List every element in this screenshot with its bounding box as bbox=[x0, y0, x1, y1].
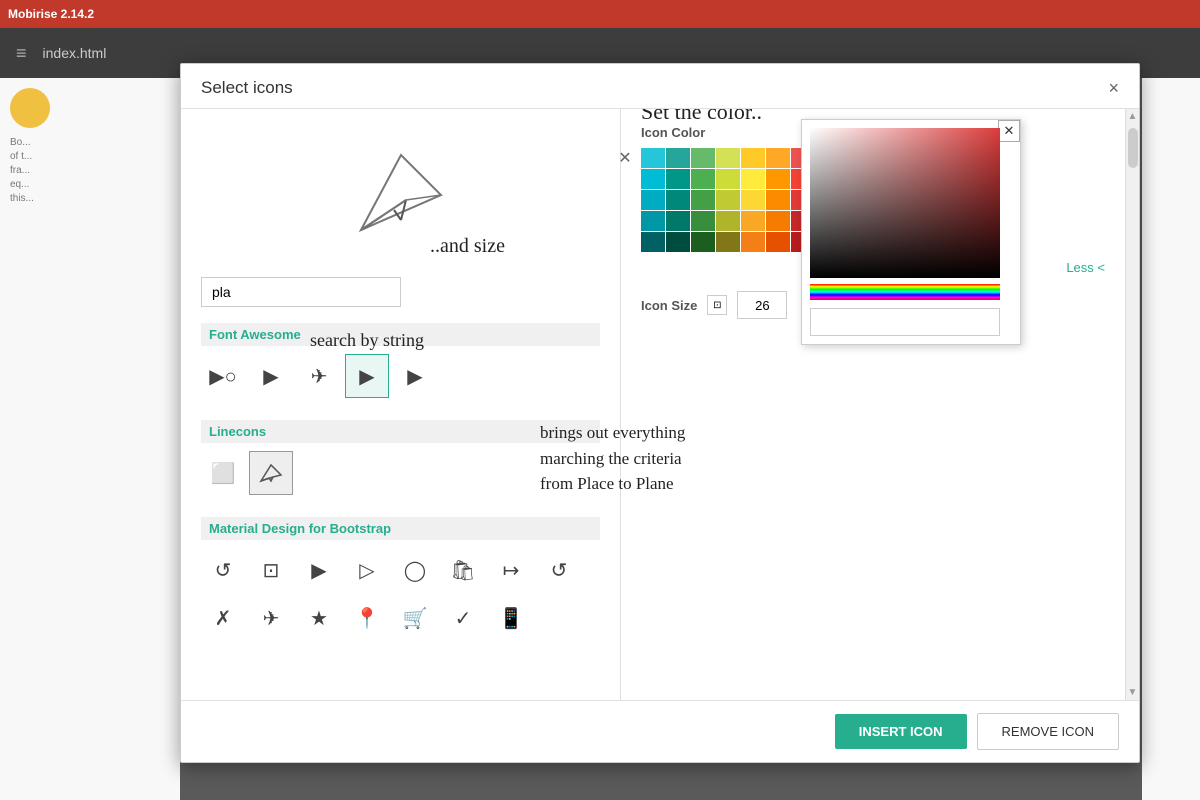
color-swatch[interactable] bbox=[666, 148, 690, 168]
color-swatch[interactable] bbox=[666, 190, 690, 210]
color-swatch[interactable] bbox=[716, 232, 740, 252]
dialog-body: Font Awesome ▶○ ▶ ✈ ▶ ▶ Linecons ⬜ bbox=[181, 109, 1139, 700]
icon-cell[interactable]: ↺ bbox=[537, 548, 581, 592]
font-awesome-label: Font Awesome bbox=[201, 323, 600, 346]
icon-cell[interactable]: ▶○ bbox=[201, 354, 245, 398]
color-swatch[interactable] bbox=[641, 148, 665, 168]
icon-cell[interactable]: ✈ bbox=[297, 354, 341, 398]
paper-plane-preview-icon bbox=[351, 145, 451, 245]
icon-cell[interactable]: ↦ bbox=[489, 548, 533, 592]
icon-cell[interactable]: ▶ bbox=[297, 548, 341, 592]
dialog-header: Select icons × bbox=[181, 64, 1139, 109]
icons-list-panel: Font Awesome ▶○ ▶ ✈ ▶ ▶ Linecons ⬜ bbox=[181, 109, 621, 700]
linecons-group: Linecons ⬜ bbox=[201, 416, 600, 501]
color-swatch[interactable] bbox=[666, 169, 690, 189]
linecons-label: Linecons bbox=[201, 420, 600, 443]
color-swatch[interactable] bbox=[766, 169, 790, 189]
dialog-close-button[interactable]: × bbox=[1108, 79, 1119, 97]
icon-cell[interactable]: ▷ bbox=[345, 548, 389, 592]
color-swatch[interactable] bbox=[741, 232, 765, 252]
hue-slider[interactable] bbox=[810, 284, 1000, 300]
color-size-panel: Icon Color ✕ bbox=[621, 109, 1125, 700]
icon-cell[interactable]: ↺ bbox=[201, 548, 245, 592]
icon-cell-selected[interactable]: ▶ bbox=[345, 354, 389, 398]
linecons-icons: ⬜ bbox=[201, 445, 600, 501]
color-swatch[interactable] bbox=[666, 211, 690, 231]
icon-cell[interactable]: 📱 bbox=[489, 596, 533, 640]
icon-cell[interactable]: ⬜ bbox=[201, 451, 245, 495]
color-swatch[interactable] bbox=[741, 148, 765, 168]
color-swatch[interactable] bbox=[691, 169, 715, 189]
app-title: Mobirise 2.14.2 bbox=[8, 7, 94, 21]
color-swatch[interactable] bbox=[641, 190, 665, 210]
color-swatch[interactable] bbox=[691, 148, 715, 168]
insert-icon-button[interactable]: INSERT ICON bbox=[835, 714, 967, 749]
color-swatch[interactable] bbox=[691, 211, 715, 231]
icon-cell[interactable]: ✓ bbox=[441, 596, 485, 640]
size-decrease-button[interactable]: ⊡ bbox=[707, 295, 727, 315]
icon-cell[interactable]: 📍 bbox=[345, 596, 389, 640]
color-swatch[interactable] bbox=[766, 148, 790, 168]
color-swatch[interactable] bbox=[741, 211, 765, 231]
font-awesome-group: Font Awesome ▶○ ▶ ✈ ▶ ▶ bbox=[201, 319, 600, 404]
icon-preview-area bbox=[201, 125, 600, 265]
search-input[interactable] bbox=[201, 277, 401, 307]
color-swatch[interactable] bbox=[716, 190, 740, 210]
icon-cell[interactable]: ⊡ bbox=[249, 548, 293, 592]
color-close-x-button[interactable]: ✕ bbox=[613, 146, 637, 170]
color-swatch[interactable] bbox=[641, 169, 665, 189]
icon-cell[interactable]: ▶ bbox=[393, 354, 437, 398]
icon-cell[interactable]: ✗ bbox=[201, 596, 245, 640]
color-swatch[interactable] bbox=[766, 211, 790, 231]
icon-cell[interactable]: 🛒 bbox=[393, 596, 437, 640]
font-awesome-icons: ▶○ ▶ ✈ ▶ ▶ bbox=[201, 348, 600, 404]
material-design-group: Material Design for Bootstrap ↺ ⊡ ▶ ▷ ◯ … bbox=[201, 513, 600, 646]
remove-icon-button[interactable]: REMOVE ICON bbox=[977, 713, 1119, 750]
hex-color-input[interactable] bbox=[810, 308, 1000, 336]
color-swatch[interactable] bbox=[716, 148, 740, 168]
material-design-label: Material Design for Bootstrap bbox=[201, 517, 600, 540]
page-background-right bbox=[1142, 78, 1200, 800]
color-swatch[interactable] bbox=[716, 211, 740, 231]
icon-cell[interactable]: 🛍 bbox=[441, 548, 485, 592]
file-name-label: index.html bbox=[43, 45, 107, 61]
color-swatch[interactable] bbox=[691, 190, 715, 210]
annotation-set-color: Set the color.. bbox=[641, 109, 762, 125]
color-swatch[interactable] bbox=[766, 190, 790, 210]
color-swatch[interactable] bbox=[741, 169, 765, 189]
color-swatch[interactable] bbox=[716, 169, 740, 189]
icon-cell[interactable]: ◯ bbox=[393, 548, 437, 592]
color-swatch[interactable] bbox=[641, 232, 665, 252]
color-swatch[interactable] bbox=[766, 232, 790, 252]
advanced-picker-close-button[interactable]: ✕ bbox=[998, 120, 1020, 142]
color-swatch[interactable] bbox=[641, 211, 665, 231]
app-window: ≡ index.html Bo...of t...fra...eq...this… bbox=[0, 28, 1200, 800]
scrollbar: ▲ ▼ bbox=[1125, 109, 1139, 700]
color-swatch[interactable] bbox=[691, 232, 715, 252]
icon-cell[interactable]: ✈ bbox=[249, 596, 293, 640]
dialog-footer: INSERT ICON REMOVE ICON bbox=[181, 700, 1139, 762]
icon-cell[interactable]: ▶ bbox=[249, 354, 293, 398]
taskbar: Mobirise 2.14.2 bbox=[0, 0, 1200, 28]
color-swatch[interactable] bbox=[666, 232, 690, 252]
icon-cell[interactable]: ★ bbox=[297, 596, 341, 640]
scroll-thumb[interactable] bbox=[1128, 128, 1138, 168]
material-design-icons: ↺ ⊡ ▶ ▷ ◯ 🛍 ↦ ↺ ✗ ✈ ★ 📍 🛒 ✓ � bbox=[201, 542, 600, 646]
page-background-left: Bo...of t...fra...eq...this... bbox=[0, 78, 180, 800]
dialog-title: Select icons bbox=[201, 78, 293, 98]
icon-cell-plane-selected[interactable] bbox=[249, 451, 293, 495]
color-gradient-box[interactable] bbox=[810, 128, 1000, 278]
icon-size-label: Icon Size bbox=[641, 298, 697, 313]
color-swatch[interactable] bbox=[741, 190, 765, 210]
icon-size-input[interactable] bbox=[737, 291, 787, 319]
hamburger-icon[interactable]: ≡ bbox=[16, 43, 27, 64]
advanced-color-picker: ✕ bbox=[801, 119, 1021, 345]
select-icons-dialog: Select icons × bbox=[180, 63, 1140, 763]
